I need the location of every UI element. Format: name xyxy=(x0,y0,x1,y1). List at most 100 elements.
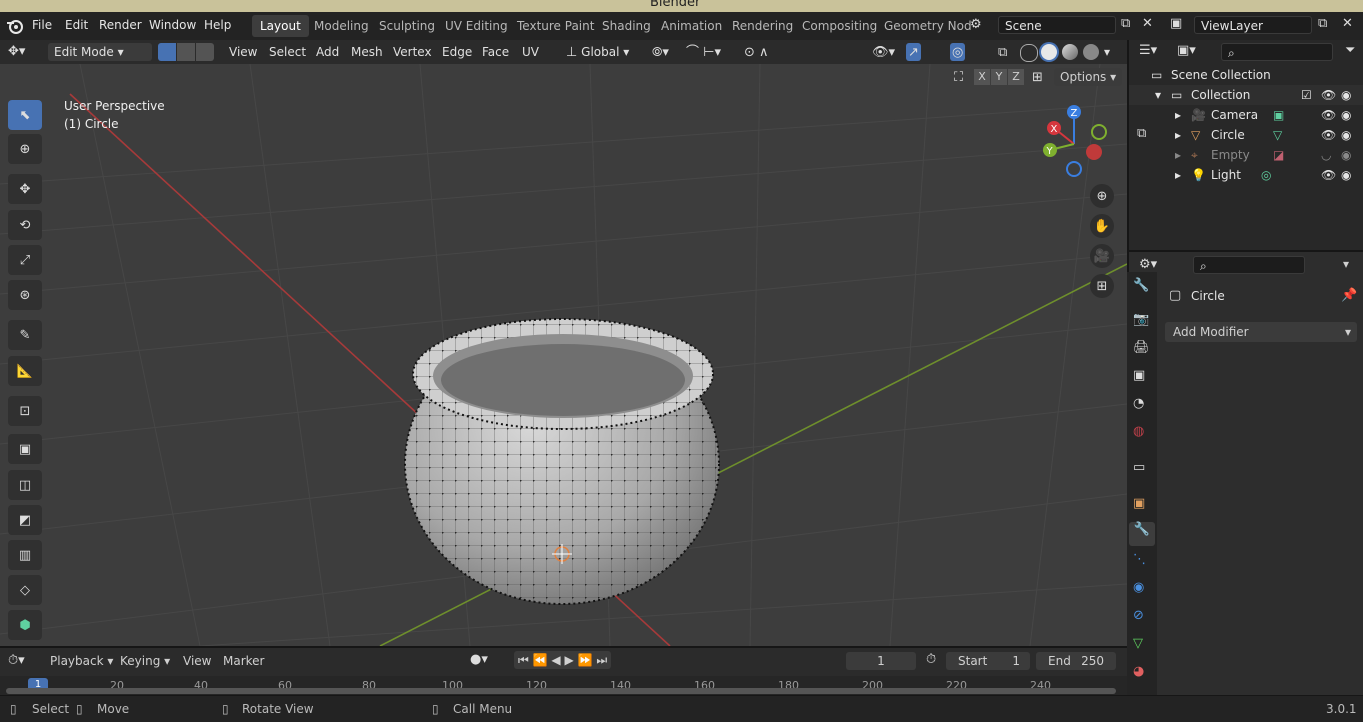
pan-hand-icon[interactable]: ✋ xyxy=(1090,214,1114,238)
measure-tool-icon[interactable]: 📐 xyxy=(8,356,42,386)
camera-view-icon[interactable]: 🎥 xyxy=(1090,244,1114,268)
data-tab-icon[interactable]: ▽ xyxy=(1133,636,1143,651)
expand-arrow-icon[interactable]: ▾ xyxy=(1155,85,1161,105)
edge-select-icon[interactable] xyxy=(177,43,195,61)
auto-merge-icon[interactable]: ⊞ xyxy=(1032,70,1043,85)
outliner-item-camera[interactable]: ▸ 🎥 Camera ▣ 👁 ◉ xyxy=(1129,105,1363,125)
header-menu-select[interactable]: Select xyxy=(269,43,306,61)
viewlayer-icon[interactable]: ▣ xyxy=(1170,16,1182,31)
shading-rendered-icon[interactable] xyxy=(1083,44,1099,60)
current-frame-field[interactable]: 1 xyxy=(846,652,916,670)
header-menu-face[interactable]: Face xyxy=(482,43,509,61)
overlay-toggle-icon[interactable]: ◎ xyxy=(950,43,966,61)
vertex-select-icon[interactable] xyxy=(158,43,176,61)
eye-icon[interactable]: 👁 xyxy=(1321,85,1336,105)
eye-closed-icon[interactable]: ◡ xyxy=(1321,145,1331,165)
constraints-tab-icon[interactable]: ⊘ xyxy=(1133,608,1144,623)
scene-icon[interactable]: ⚙ xyxy=(970,17,982,32)
camera-render-icon[interactable]: ◉ xyxy=(1341,125,1351,145)
material-tab-icon[interactable]: ◕ xyxy=(1133,664,1144,679)
shading-solid-icon[interactable] xyxy=(1041,44,1057,60)
select-box-tool-icon[interactable]: ⬉ xyxy=(8,100,42,130)
timeline-ruler[interactable]: 1 20 40 60 80 100 120 140 160 180 200 22… xyxy=(0,676,1127,696)
cursor-tool-icon[interactable]: ⊕ xyxy=(8,134,42,164)
expand-arrow-icon[interactable]: ▸ xyxy=(1175,145,1181,165)
pivot-point-icon[interactable]: ⦾▾ xyxy=(652,43,669,61)
ortho-toggle-icon[interactable]: ⊞ xyxy=(1090,274,1114,298)
output-tab-icon[interactable]: 🖨 xyxy=(1133,340,1150,355)
camera-render-icon[interactable]: ◉ xyxy=(1341,105,1351,125)
expand-arrow-icon[interactable]: ▸ xyxy=(1175,125,1181,145)
timeline-menu-view[interactable]: View xyxy=(183,654,211,668)
outliner-collection[interactable]: ▾ ▭ Collection ☑ 👁 ◉ xyxy=(1129,85,1363,105)
tab-geometry-nodes[interactable]: Geometry Nod xyxy=(876,15,980,37)
scene-tab-icon[interactable]: ◔ xyxy=(1133,396,1144,411)
header-menu-view[interactable]: View xyxy=(229,43,257,61)
editor-type-icon[interactable]: ✥▾ xyxy=(8,44,25,59)
play-icon[interactable]: ▶ xyxy=(564,653,573,667)
timeline-menu-marker[interactable]: Marker xyxy=(223,654,264,668)
viewlayer-field[interactable]: ViewLayer xyxy=(1194,16,1312,34)
scale-tool-icon[interactable]: ⤢ xyxy=(8,245,42,275)
next-keyframe-icon[interactable]: ⏩ xyxy=(578,653,593,667)
empty-data-icon[interactable]: ◪ xyxy=(1273,145,1284,165)
jump-end-icon[interactable]: ⏭ xyxy=(596,653,607,667)
collection-tab-icon[interactable]: ▭ xyxy=(1133,460,1145,475)
record-icon[interactable]: ●▾ xyxy=(470,652,488,667)
options-dropdown[interactable]: Options ▾ xyxy=(1054,68,1123,86)
extrude-tool-icon[interactable]: ▣ xyxy=(8,434,42,464)
menu-file[interactable]: File xyxy=(32,18,52,32)
expand-arrow-icon[interactable]: ▸ xyxy=(1175,105,1181,125)
tool-tab-icon[interactable]: 🔧 xyxy=(1133,278,1149,293)
menu-edit[interactable]: Edit xyxy=(65,18,88,32)
physics-tab-icon[interactable]: ◉ xyxy=(1133,580,1144,595)
pin-icon[interactable]: 📌 xyxy=(1341,288,1357,303)
timeline-menu-keying[interactable]: Keying ▾ xyxy=(120,654,170,668)
knife-tool-icon[interactable]: ◇ xyxy=(8,575,42,605)
start-frame-field[interactable]: Start 1 xyxy=(946,652,1030,670)
header-menu-mesh[interactable]: Mesh xyxy=(351,43,383,61)
render-tab-icon[interactable]: 📷 xyxy=(1133,312,1149,327)
outliner-item-circle[interactable]: ▸ ▽ Circle ▽ 👁 ◉ xyxy=(1129,125,1363,145)
properties-search-input[interactable]: ⌕ xyxy=(1193,256,1305,274)
tab-compositing[interactable]: Compositing xyxy=(794,15,885,37)
mirror-x-toggle[interactable]: X xyxy=(974,69,990,85)
transform-tool-icon[interactable]: ⊛ xyxy=(8,280,42,310)
end-frame-field[interactable]: End 250 xyxy=(1036,652,1116,670)
outliner-side-icon[interactable]: ⧉ xyxy=(1137,126,1146,141)
particles-tab-icon[interactable]: ⋱ xyxy=(1133,552,1146,567)
zoom-icon[interactable]: ⊕ xyxy=(1090,184,1114,208)
transform-orientation[interactable]: ⊥ Global ▾ xyxy=(566,43,629,61)
menu-window[interactable]: Window xyxy=(149,18,196,32)
header-menu-uv[interactable]: UV xyxy=(522,43,539,61)
add-cube-tool-icon[interactable]: ⊡ xyxy=(8,396,42,426)
gizmo-toggle-icon[interactable]: ↗ xyxy=(906,43,921,61)
outliner-editor-icon[interactable]: ☰▾ xyxy=(1139,43,1157,58)
delete-scene-icon[interactable]: ✕ xyxy=(1142,16,1153,31)
eye-icon[interactable]: 👁 xyxy=(1321,165,1336,185)
modifier-tab-icon[interactable]: 🔧 xyxy=(1129,522,1155,546)
move-tool-icon[interactable]: ✥ xyxy=(8,174,42,204)
tab-layout[interactable]: Layout xyxy=(252,15,309,37)
shading-options-icon[interactable]: ▾ xyxy=(1104,43,1110,61)
jump-start-icon[interactable]: ⏮ xyxy=(518,653,529,667)
camera-data-icon[interactable]: ▣ xyxy=(1273,105,1284,125)
tab-modeling[interactable]: Modeling xyxy=(306,15,377,37)
outliner-scene-collection[interactable]: ▭ Scene Collection xyxy=(1129,65,1363,85)
visibility-icon[interactable]: 👁▾ xyxy=(872,43,895,61)
properties-options-icon[interactable]: ▾ xyxy=(1343,257,1349,271)
tab-uv-editing[interactable]: UV Editing xyxy=(437,15,516,37)
outliner-search-input[interactable]: ⌕ xyxy=(1221,43,1333,61)
properties-editor-icon[interactable]: ⚙▾ xyxy=(1139,257,1157,272)
annotate-tool-icon[interactable]: ✎ xyxy=(8,320,42,350)
camera-render-icon[interactable]: ◉ xyxy=(1341,165,1351,185)
world-tab-icon[interactable]: ◍ xyxy=(1133,424,1144,439)
proportional-edit-icon[interactable]: ⊙ ∧ xyxy=(744,43,769,61)
eye-icon[interactable]: 👁 xyxy=(1321,105,1336,125)
filter-icon[interactable]: ⏷ xyxy=(1345,43,1355,58)
poly-build-tool-icon[interactable]: ⬢ xyxy=(8,610,42,640)
blender-logo-icon[interactable] xyxy=(6,17,24,38)
mirror-z-toggle[interactable]: Z xyxy=(1008,69,1024,85)
bevel-tool-icon[interactable]: ◩ xyxy=(8,505,42,535)
mirror-icon[interactable]: ⛶ xyxy=(954,70,963,85)
